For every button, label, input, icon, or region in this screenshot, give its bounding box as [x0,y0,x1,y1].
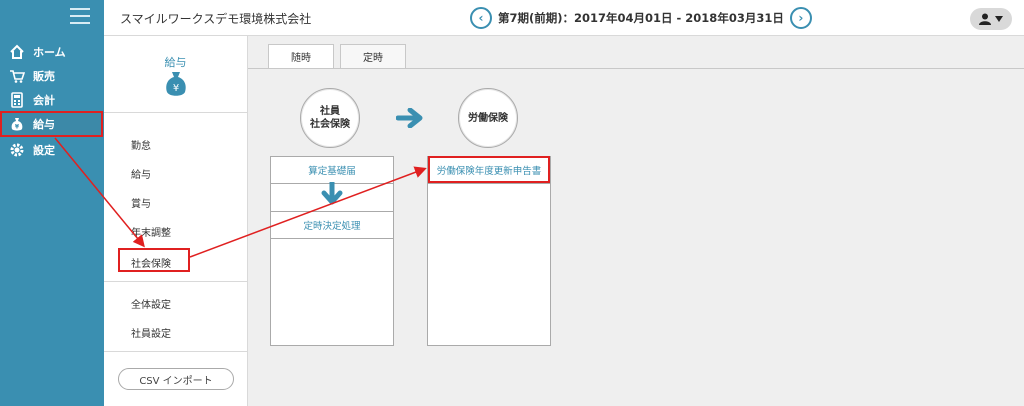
nav-item-label: ホーム [33,46,66,59]
tab-regular[interactable]: 定時 [340,44,406,68]
labor-insurance-panel: 労働保険年度更新申告書 [427,156,551,346]
hamburger-icon[interactable] [70,8,90,24]
node-label: 社員 社会保険 [310,106,350,130]
company-name: スマイルワークスデモ環境株式会社 [120,12,312,26]
home-icon [9,44,25,60]
highlight-payroll-nav [0,111,103,137]
caret-down-icon [995,16,1003,22]
divider [104,112,248,113]
nav-item-label: 設定 [33,144,55,157]
money-bag-icon: ¥ [162,70,190,98]
nav-item-sales[interactable]: 販売 [0,64,104,88]
santei-kiso-link[interactable]: 算定基礎届 [271,157,393,184]
payroll-submenu: 給与 ¥ 勤怠 給与 賞与 年末調整 社会保険 全体設定 社員設定 CSV イン… [104,36,248,406]
nav-item-accounting[interactable]: 会計 [0,88,104,112]
user-menu-button[interactable] [970,8,1012,30]
divider [104,281,248,282]
app-root: ホーム 販売 会計 ¥ 給与 設定 スマイルワークスデモ環境株式会社 ‹ 第7期… [0,0,1024,406]
period-selector: ‹ 第7期(前期)：2017年04月01日 - 2018年03月31日 › [470,7,812,29]
arrow-right-icon [396,108,423,128]
node-labor-insurance: 労働保険 [458,88,518,148]
nav-item-home[interactable]: ホーム [0,40,104,64]
submenu-item-year-end[interactable]: 年末調整 [131,224,171,239]
arrow-down-icon [321,182,343,205]
divider [104,351,248,352]
gear-icon [9,142,25,158]
tab-occasional[interactable]: 随時 [268,44,334,68]
regular-decision-link[interactable]: 定時決定処理 [271,212,393,239]
svg-text:¥: ¥ [173,83,179,94]
left-nav: ホーム 販売 会計 ¥ 給与 設定 [0,0,104,406]
nav-item-label: 販売 [33,70,55,83]
highlight-social-insurance [118,248,190,272]
prev-period-button[interactable]: ‹ [470,7,492,29]
submenu-item-salary[interactable]: 給与 [131,166,151,181]
social-insurance-panel: 算定基礎届 定時決定処理 [270,156,394,346]
tab-divider [248,68,1024,69]
flow-spacer [271,182,393,212]
main-content: 随時 定時 社員 社会保険 労働保険 算定基礎届 定時決定処理 労働保険年度更新… [248,36,1024,406]
submenu-item-attendance[interactable]: 勤怠 [131,137,151,152]
user-icon [979,13,991,25]
submenu-title: 給与 [164,56,187,69]
tab-bar: 随時 定時 [268,44,406,68]
submenu-item-employee-settings[interactable]: 社員設定 [131,325,171,340]
next-period-button[interactable]: › [789,7,812,29]
calculator-icon [9,92,25,108]
cart-icon [9,68,25,84]
submenu-item-global-settings[interactable]: 全体設定 [131,296,171,311]
fiscal-period: 第7期(前期)：2017年04月01日 - 2018年03月31日 [498,11,784,25]
nav-item-label: 会計 [33,94,55,107]
chevron-left-icon: ‹ [478,11,484,25]
node-employee-social-insurance: 社員 社会保険 [300,88,360,148]
chevron-right-icon: › [798,11,804,25]
highlight-labor-report [428,156,550,183]
nav-item-settings[interactable]: 設定 [0,138,104,162]
submenu-item-bonus[interactable]: 賞与 [131,195,151,210]
node-label: 労働保険 [468,112,508,124]
csv-import-button[interactable]: CSV インポート [118,368,234,390]
header-bar: スマイルワークスデモ環境株式会社 ‹ 第7期(前期)：2017年04月01日 -… [104,0,1024,36]
